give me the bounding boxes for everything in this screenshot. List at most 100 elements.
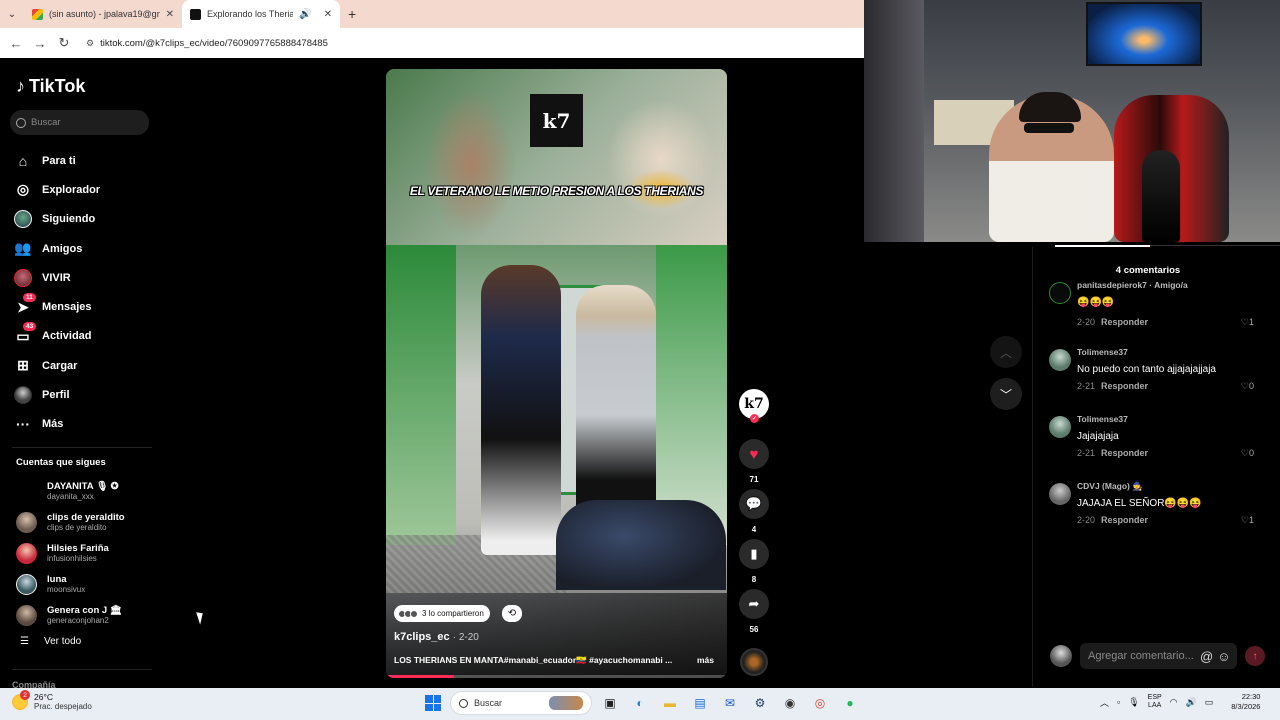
more-button[interactable]: más (697, 655, 714, 666)
video-player[interactable]: k7 EL VETERANO LE METIO PRESION A LOS TH… (386, 69, 727, 678)
weather-widget[interactable]: 2 26°C Prac. despejado (12, 690, 92, 712)
reply-button[interactable]: Responder (1101, 317, 1148, 327)
chevron-up-icon[interactable]: ︿ (1100, 696, 1109, 709)
nav-item-mensajes[interactable]: ➤ 11 Mensajes (14, 292, 154, 321)
video-description: LOS THERIANS EN MANTA#manabi_ecuador🇪🇨 #… (394, 655, 714, 666)
obs-icon[interactable]: ◉ (778, 691, 802, 715)
chrome-icon[interactable]: ◎ (808, 691, 832, 715)
nav-label: Explorador (42, 183, 101, 196)
outlook-icon[interactable]: ✉ (718, 691, 742, 715)
close-icon[interactable]: ✕ (324, 9, 332, 20)
following-item[interactable]: DAYANITA 🎙 ✪ dayanita_xxx (16, 476, 156, 507)
address-bar[interactable]: ⚙ tiktok.com/@k7clips_ec/video/7609097765… (86, 38, 328, 49)
nav-item-mas[interactable]: ··· Más (14, 410, 154, 439)
comment-input[interactable] (1088, 650, 1196, 662)
clock[interactable]: 22:30 8/3/2026 (1231, 692, 1260, 712)
tab-gmail[interactable]: (sin asunto) - jpalava19@gmail ✕ (24, 0, 182, 28)
following-item[interactable]: Genera con J 🏛 generaconjohan2 (16, 600, 156, 631)
volume-icon[interactable]: 🔊 (1186, 697, 1197, 708)
store-icon[interactable]: ▤ (688, 691, 712, 715)
search-box[interactable] (10, 110, 149, 135)
microphone-icon[interactable]: 🎙 (1128, 697, 1139, 708)
creator-avatar[interactable]: k7 ✓ (737, 389, 771, 435)
comment-like-button[interactable]: ♡0 (1241, 381, 1254, 392)
tray-app-icon[interactable]: ▫ (1117, 697, 1120, 707)
following-item[interactable]: clips de yeraldito clips de yeraldito (16, 507, 156, 538)
comment-user[interactable]: Tolimense37 (1077, 414, 1128, 424)
cam-streamer-hair (1019, 92, 1081, 122)
avatar[interactable] (1049, 416, 1071, 438)
next-video-button[interactable]: ﹀ (990, 378, 1022, 410)
comment-like-button[interactable]: ♡1 (1241, 515, 1254, 526)
nav-label: Amigos (42, 242, 83, 255)
nav-item-cargar[interactable]: ⊞ Cargar (14, 351, 154, 380)
comment-like-button[interactable]: ♡1 (1241, 317, 1254, 328)
site-info-icon[interactable]: ⚙ (86, 38, 94, 49)
tab-title: Explorando los Therians en (207, 9, 294, 19)
avatar[interactable] (1049, 282, 1071, 304)
follow-check-icon[interactable]: ✓ (750, 414, 759, 423)
forward-icon[interactable]: → (30, 36, 50, 51)
reply-button[interactable]: Responder (1101, 448, 1148, 458)
close-icon[interactable]: ✕ (166, 9, 174, 20)
edge-icon[interactable]: ◐ (628, 691, 652, 715)
list-icon: ☰ (20, 636, 29, 647)
mention-icon[interactable]: @ (1200, 649, 1213, 664)
reload-icon[interactable]: ↻ (54, 35, 74, 51)
avatar[interactable] (1049, 483, 1071, 505)
cam-microphone (1142, 150, 1180, 242)
tab-tiktok[interactable]: Explorando los Therians en 🔊 ✕ (182, 0, 340, 28)
nav-item-para-ti[interactable]: ⌂ Para ti (14, 146, 154, 175)
previous-video-button[interactable]: ︿ (990, 336, 1022, 368)
video-progress-bar[interactable] (386, 675, 727, 678)
task-view-icon[interactable]: ▣ (598, 691, 622, 715)
nav-item-actividad[interactable]: ▭ 43 Actividad (14, 322, 154, 351)
comment-input-box[interactable]: @ ☺ (1080, 643, 1237, 669)
new-tab-button[interactable]: + (340, 6, 364, 22)
video-author[interactable]: k7clips_ec · 2-20 (394, 631, 479, 643)
shared-pill[interactable]: 3 lo compartieron (394, 605, 490, 622)
tiktok-logo[interactable]: ♪ TikTok (16, 76, 85, 97)
heart-outline-icon: ♡ (1240, 317, 1249, 327)
following-handle: dayanita_xxx (47, 492, 94, 501)
speaker-icon[interactable]: 🔊 (299, 9, 311, 20)
comment-button[interactable]: 💬 4 (737, 489, 771, 535)
steam-icon[interactable]: ⚙ (748, 691, 772, 715)
nav-item-vivir[interactable]: VIVIR (14, 263, 154, 292)
emoji-icon[interactable]: ☺ (1217, 649, 1230, 664)
comment-user[interactable]: Tolimense37 (1077, 347, 1128, 357)
browser-toolbar: ← → ↻ ⚙ tiktok.com/@k7clips_ec/video/7609… (0, 28, 864, 58)
repost-icon[interactable]: ⟲ (502, 605, 522, 622)
avatar (16, 574, 37, 595)
like-button[interactable]: ♥ 71 (737, 439, 771, 485)
music-disc-icon[interactable] (740, 648, 768, 676)
see-all-button[interactable]: ☰ Ver todo (20, 636, 81, 647)
nav-item-explorador[interactable]: ◎ Explorador (14, 175, 154, 204)
language-indicator[interactable]: ESP LAA (1148, 694, 1162, 710)
nav-item-amigos[interactable]: 👥 Amigos (14, 234, 154, 263)
nav-item-perfil[interactable]: Perfil (14, 380, 154, 409)
battery-icon[interactable]: ▭ (1205, 697, 1214, 708)
file-explorer-icon[interactable]: ▬ (658, 691, 682, 715)
following-handle: clips de yeraldito (47, 523, 107, 532)
comment-user[interactable]: CDVJ (Mago) 🧙 (1077, 481, 1143, 492)
share-button[interactable]: ➦ 56 (737, 589, 771, 635)
avatar[interactable] (1049, 349, 1071, 371)
nav-item-siguiendo[interactable]: Siguiendo (14, 205, 154, 234)
start-button-icon[interactable] (422, 692, 444, 714)
tab-search-menu-icon[interactable]: ⌄ (0, 0, 24, 28)
wifi-icon[interactable]: ◠ (1170, 697, 1178, 708)
reply-button[interactable]: Responder (1101, 515, 1148, 525)
post-comment-button[interactable]: ↑ (1245, 646, 1265, 666)
spotify-icon[interactable]: ● (838, 691, 862, 715)
reply-button[interactable]: Responder (1101, 381, 1148, 391)
back-icon[interactable]: ← (6, 36, 26, 51)
see-all-label: Ver todo (43, 636, 82, 647)
search-input[interactable] (31, 117, 141, 128)
comment-user[interactable]: panitasdepierok7 · Amigo/a (1077, 280, 1188, 290)
taskbar-search[interactable]: Buscar (450, 691, 592, 715)
following-item[interactable]: luna moonsivux (16, 569, 156, 600)
following-item[interactable]: Hilsies Fariña infusionhilsies (16, 538, 156, 569)
save-button[interactable]: ▮ 8 (737, 539, 771, 585)
comment-like-button[interactable]: ♡0 (1241, 448, 1254, 459)
